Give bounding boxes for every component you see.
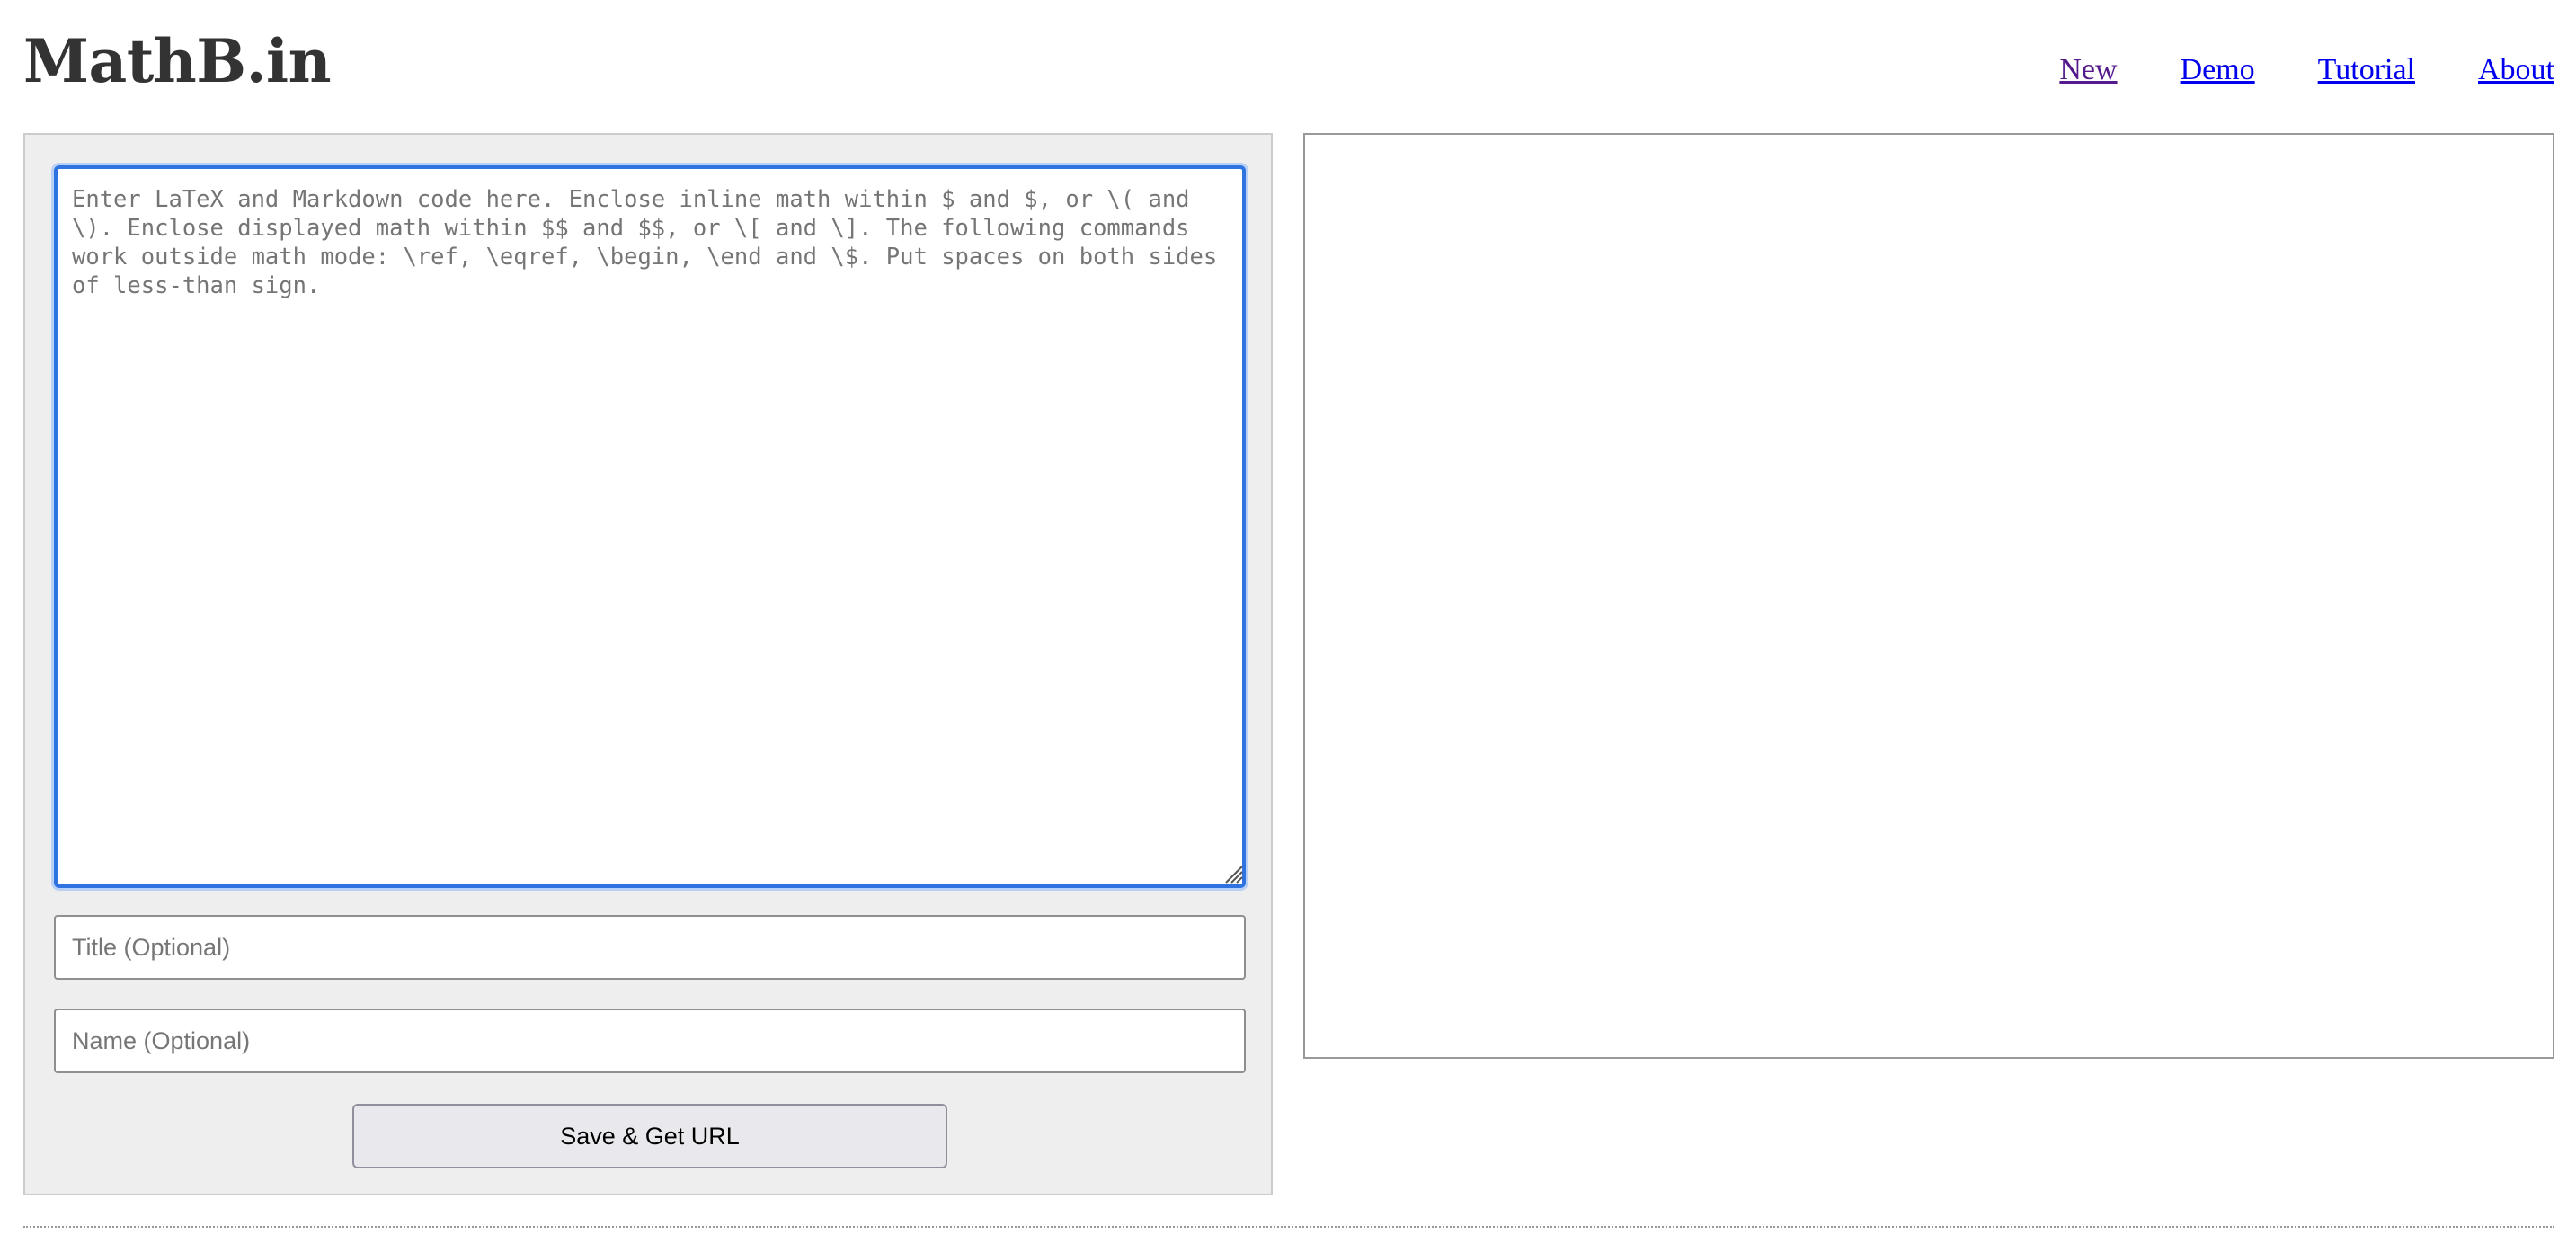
code-input[interactable] xyxy=(54,165,1246,888)
save-get-url-button[interactable]: Save & Get URL xyxy=(352,1104,947,1168)
site-logo[interactable]: MathB.in xyxy=(23,25,332,97)
preview-panel xyxy=(1303,133,2554,1059)
editor-panel: Save & Get URL xyxy=(23,133,1273,1195)
name-input[interactable] xyxy=(54,1009,1246,1073)
resize-handle-icon[interactable] xyxy=(1224,865,1244,884)
title-input[interactable] xyxy=(54,915,1246,980)
top-nav: New Demo Tutorial About xyxy=(2059,50,2554,90)
nav-link-tutorial[interactable]: Tutorial xyxy=(2318,50,2415,90)
nav-link-new[interactable]: New xyxy=(2059,50,2117,90)
nav-link-demo[interactable]: Demo xyxy=(2181,50,2255,90)
footer-divider xyxy=(23,1226,2554,1228)
nav-link-about[interactable]: About xyxy=(2478,50,2554,90)
